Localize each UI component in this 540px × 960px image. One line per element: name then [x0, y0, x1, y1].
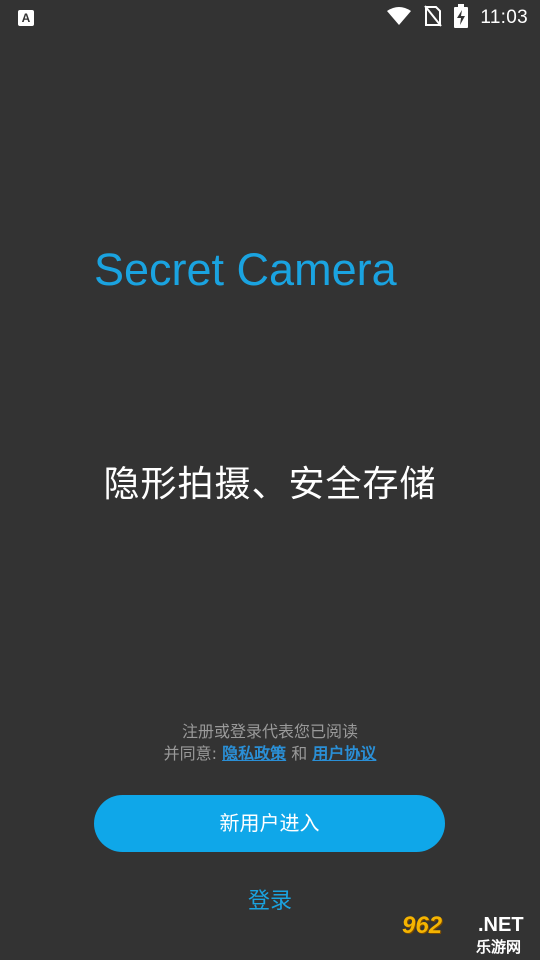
- agreement-text: 注册或登录代表您已阅读 并同意: 隐私政策 和 用户协议: [0, 721, 540, 765]
- status-icons: 11:03: [386, 4, 528, 32]
- user-agreement-link[interactable]: 用户协议: [312, 744, 376, 763]
- agreement-line-2: 并同意: 隐私政策 和 用户协议: [0, 743, 540, 765]
- new-user-button[interactable]: 新用户进入: [94, 795, 445, 852]
- watermark-suffix: .NET: [478, 914, 524, 936]
- slogan: 隐形拍摄、安全存储: [103, 464, 437, 505]
- battery-charging-icon: [454, 4, 469, 32]
- watermark-site-name: 乐游网: [476, 938, 522, 956]
- agreement-prefix: 并同意:: [163, 744, 218, 763]
- privacy-policy-link[interactable]: 隐私政策: [222, 744, 286, 763]
- wifi-icon: [386, 6, 412, 30]
- app-title: Secret Camera: [94, 244, 397, 295]
- status-time: 11:03: [480, 7, 528, 28]
- no-sim-icon: [424, 5, 443, 31]
- watermark-number: 962: [402, 912, 443, 939]
- watermark-logo: 962 .NET 乐游网: [398, 910, 538, 958]
- app-notification-icon: A: [18, 10, 34, 26]
- agreement-line-1: 注册或登录代表您已阅读: [181, 722, 358, 741]
- agreement-conjunction: 和: [291, 744, 308, 763]
- status-bar: A 11:03: [0, 0, 540, 36]
